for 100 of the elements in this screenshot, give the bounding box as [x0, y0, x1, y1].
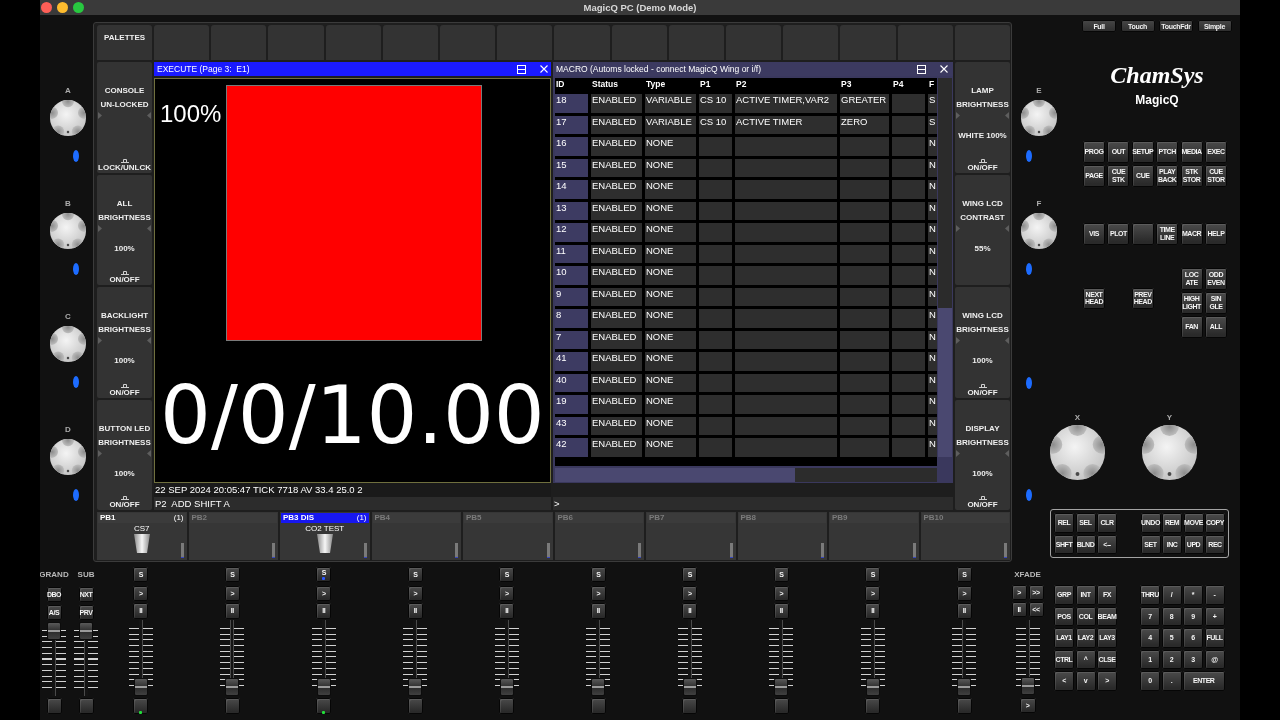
table-cell	[840, 201, 889, 221]
table-cell: N	[928, 309, 937, 328]
minimize-button[interactable]	[57, 2, 68, 13]
playback-label: PB6	[557, 513, 574, 523]
encoder-knob[interactable]	[1021, 213, 1057, 249]
table-cell: ENABLED	[591, 137, 642, 156]
table-cell: 12	[555, 223, 588, 242]
table-cell	[892, 416, 925, 436]
fader-knob[interactable]	[957, 678, 972, 696]
table-cell	[699, 287, 732, 307]
table-cell: N	[928, 395, 937, 414]
palettes-tab[interactable]: PALETTES	[97, 25, 152, 60]
fader-knob[interactable]	[408, 678, 423, 696]
fader-knob[interactable]	[225, 678, 240, 696]
soft-button-value: 100%	[972, 468, 993, 478]
triangle-icon	[147, 224, 151, 232]
encoder-knob[interactable]	[1142, 425, 1197, 480]
fader-knob[interactable]	[865, 678, 880, 696]
soft-button[interactable]: LAMP BRIGHTNESS WHITE 100% ON/OFF	[955, 62, 1010, 173]
soft-button[interactable]: WING LCD BRIGHTNESS 100% ON/OFF	[955, 287, 1010, 398]
table-cell	[892, 438, 925, 457]
encoder-label: E	[1036, 86, 1042, 95]
soft-button[interactable]: CONSOLE UN-LOCKED LOCK/UNLCK	[97, 62, 152, 173]
window-split-icon[interactable]	[517, 64, 526, 74]
encoder-knob[interactable]	[50, 213, 86, 249]
soft-button[interactable]: ALL BRIGHTNESS 100% ON/OFF	[97, 174, 152, 285]
triangle-icon	[98, 337, 102, 344]
table-cell	[892, 201, 925, 221]
meter-bar	[363, 543, 367, 558]
table-cell	[840, 180, 889, 199]
close-button[interactable]	[41, 2, 52, 13]
table-cell: ENABLED	[591, 330, 642, 350]
fader-label: XFADE	[1014, 570, 1041, 579]
blank-key[interactable]	[133, 698, 149, 714]
meter-bar	[729, 543, 733, 558]
fader-knob[interactable]	[1020, 677, 1035, 695]
soft-button-action: ON/OFF	[967, 162, 998, 172]
window-split-icon[interactable]	[917, 64, 926, 74]
encoder-knob[interactable]	[1050, 425, 1105, 480]
table-cell: GREATER	[840, 94, 889, 113]
bump-icon	[120, 495, 129, 500]
encoder-knob[interactable]	[1021, 100, 1057, 136]
table-cell: NONE	[645, 244, 696, 264]
blank-key[interactable]	[1131, 223, 1154, 245]
column-header: ID	[555, 78, 566, 91]
fader-label: GRAND	[40, 570, 69, 579]
scrollbar-thumb[interactable]	[555, 468, 795, 482]
table-cell	[699, 137, 732, 156]
soft-button-action: ON/OFF	[109, 500, 140, 509]
triangle-icon	[1005, 337, 1009, 344]
column-header: P2	[735, 78, 748, 91]
encoder-knob[interactable]	[50, 439, 86, 475]
soft-button-action: LOCK/UNLCK	[98, 162, 151, 172]
table-cell: NONE	[645, 373, 696, 393]
fader-knob[interactable]	[682, 678, 697, 696]
soft-button-value: WHITE 100%	[958, 131, 1007, 140]
meter-bar	[180, 543, 184, 558]
table-cell	[840, 244, 889, 264]
blank-key[interactable]	[316, 698, 332, 714]
zoom-button[interactable]	[73, 2, 84, 13]
timing-text: 0/0/10.00	[160, 376, 545, 456]
table-cell	[699, 395, 732, 414]
soft-button-value: 55%	[974, 243, 991, 253]
fader-knob[interactable]	[316, 678, 331, 696]
table-cell: NONE	[645, 158, 696, 178]
soft-button-title: WING LCD CONTRAST	[959, 197, 1006, 224]
soft-button[interactable]: BUTTON LED BRIGHTNESS 100% ON/OFF	[97, 399, 152, 510]
playback-tile[interactable]: PB3 DIS (1) CO2 TEST	[280, 512, 370, 560]
close-icon[interactable]	[940, 65, 948, 73]
soft-button[interactable]: DISPLAY BRIGHTNESS 100% ON/OFF	[955, 399, 1010, 510]
playback-tile[interactable]: PB1 (1) CS7	[97, 512, 187, 560]
product-name: MagicQ	[1135, 93, 1179, 107]
table-cell	[699, 266, 732, 285]
soft-button[interactable]: WING LCD CONTRAST 55%	[955, 174, 1010, 285]
table-cell: NONE	[645, 352, 696, 371]
close-icon[interactable]	[540, 65, 548, 73]
encoder-knob[interactable]	[50, 326, 86, 362]
table-cell: ENABLED	[591, 309, 642, 328]
soft-button[interactable]: BACKLIGHT BRIGHTNESS 100% ON/OFF	[97, 287, 152, 398]
table-cell: 16	[555, 137, 588, 156]
fader-knob[interactable]	[47, 622, 61, 640]
fader-track[interactable]	[42, 622, 66, 696]
fader-knob[interactable]	[79, 622, 93, 640]
triangle-icon	[147, 337, 151, 344]
table-cell: NONE	[645, 287, 696, 307]
table-cell: N	[928, 330, 937, 350]
table-cell: ACTIVE TIMER	[735, 115, 837, 135]
fader-knob[interactable]	[591, 678, 606, 696]
table-cell: 17	[555, 115, 588, 135]
led-icon	[1026, 489, 1032, 501]
encoder-knob[interactable]	[50, 100, 86, 136]
table-cell	[699, 373, 732, 393]
soft-button-title: CONSOLE UN-LOCKED	[99, 85, 150, 111]
scrollbar-thumb[interactable]	[938, 308, 952, 457]
bump-icon	[978, 157, 987, 163]
fader-knob[interactable]	[499, 678, 514, 696]
table-cell: 9	[555, 287, 588, 307]
fader-knob[interactable]	[133, 678, 148, 696]
table-cell	[892, 137, 925, 156]
fader-knob[interactable]	[774, 678, 789, 696]
